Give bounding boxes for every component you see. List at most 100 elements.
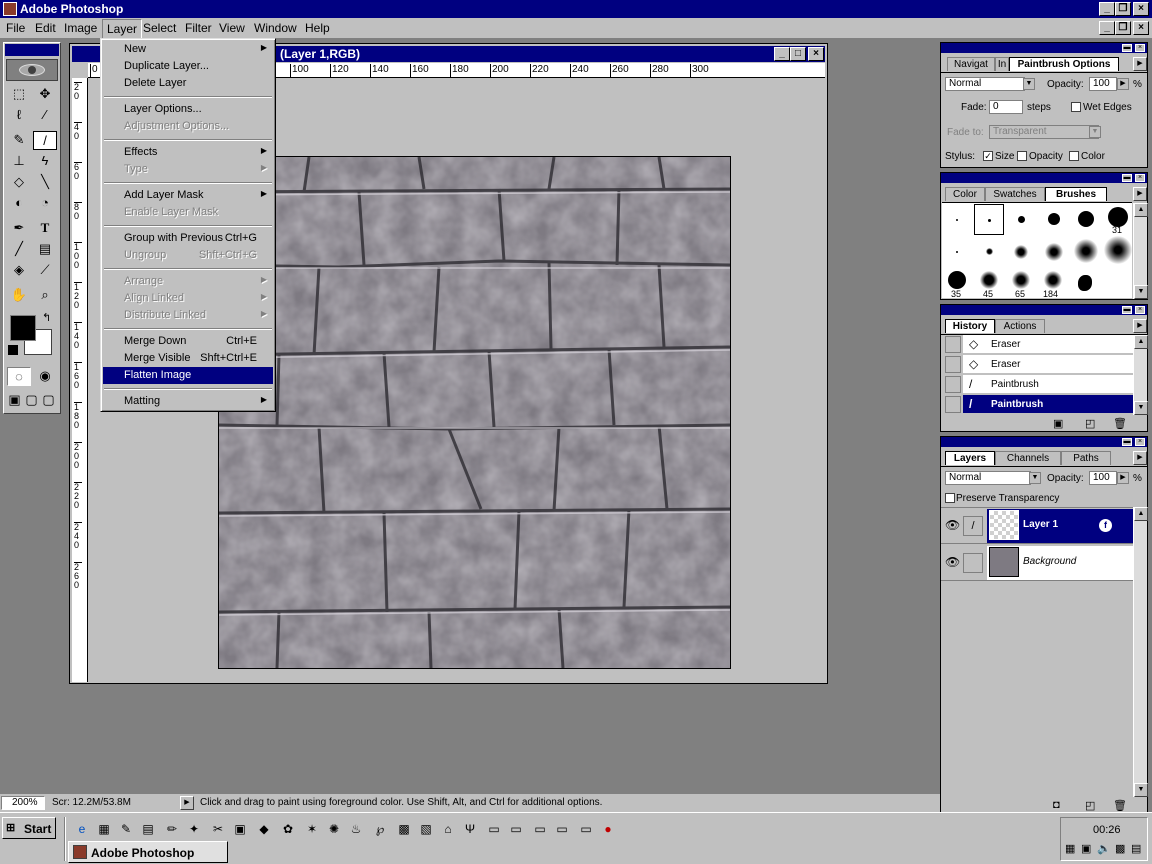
layer-menu-item[interactable]: Merge Down Ctrl+E xyxy=(103,333,273,350)
tab-brushes[interactable]: Brushes xyxy=(1045,187,1107,201)
status-menu-arrow-icon[interactable]: ▶ xyxy=(180,796,194,810)
doc-close-button[interactable]: × xyxy=(1133,21,1149,35)
internet-explorer-icon[interactable]: e xyxy=(74,821,90,837)
menu-image[interactable]: Image xyxy=(64,21,97,35)
layer-menu-item[interactable]: Effects ▶ xyxy=(103,144,273,161)
balloon-icon[interactable]: ♨ xyxy=(348,821,364,837)
scroll-up-icon[interactable]: ▲ xyxy=(1134,507,1148,521)
blur-tool-icon[interactable]: ◐ xyxy=(7,194,31,213)
marquee-tool-icon[interactable]: ⬚ xyxy=(7,85,31,104)
zoom-level-field[interactable]: 200% xyxy=(1,796,45,810)
tab-actions[interactable]: Actions xyxy=(995,319,1045,333)
wet-edges-checkbox[interactable] xyxy=(1071,102,1081,112)
tab-history[interactable]: History xyxy=(945,319,995,333)
fade-steps-field[interactable]: 0 xyxy=(989,100,1023,114)
layer-menu-item[interactable]: Matting ▶ xyxy=(103,393,273,410)
app-icon-13[interactable]: ℘ xyxy=(372,821,388,837)
app-icon-8[interactable]: ◆ xyxy=(256,821,272,837)
palette-menu-arrow-icon[interactable]: ▶ xyxy=(1133,319,1147,333)
app-icon-17[interactable]: Ψ xyxy=(462,821,478,837)
minimize-button[interactable]: _ xyxy=(1099,2,1115,16)
history-brush-tool-icon[interactable]: ϟ xyxy=(33,152,57,171)
desktop-icon[interactable]: ▦ xyxy=(96,821,112,837)
palette-title-bar[interactable]: ▬ × xyxy=(941,437,1147,447)
drive-icon[interactable]: ▭ xyxy=(532,821,548,837)
tab-navigator[interactable]: Navigat xyxy=(947,57,995,71)
tools-icon[interactable]: ✂ xyxy=(210,821,226,837)
eye-visibility-icon[interactable]: 👁 xyxy=(945,555,960,569)
eye-visibility-icon[interactable]: 👁 xyxy=(945,518,960,532)
layer-menu-item[interactable]: New ▶ xyxy=(103,41,273,58)
tab-channels[interactable]: Channels xyxy=(995,451,1061,465)
history-item-selected[interactable]: / Paintbrush xyxy=(963,395,1133,414)
history-brush-source[interactable] xyxy=(945,376,961,393)
app-icon-10[interactable]: ✶ xyxy=(304,821,320,837)
soft-brush-2[interactable] xyxy=(986,248,993,255)
swap-colors-icon[interactable]: ↰ xyxy=(42,311,51,324)
layer-menu-item[interactable]: Add Layer Mask ▶ xyxy=(103,187,273,204)
tab-info[interactable]: In xyxy=(995,57,1009,71)
screen-mode-full-menu-icon[interactable]: ▢ xyxy=(23,391,40,410)
soft-brush-5[interactable] xyxy=(1074,239,1098,263)
stylus-opacity-checkbox[interactable] xyxy=(1017,151,1027,161)
add-layer-mask-icon[interactable]: ◘ xyxy=(1053,799,1060,811)
standard-mode-icon[interactable]: ◌ xyxy=(7,367,31,386)
palette-title-bar[interactable]: ▬ × xyxy=(941,173,1147,183)
tray-app-icon[interactable]: ▩ xyxy=(1115,842,1125,855)
paintbrush-icon[interactable]: / xyxy=(963,516,983,536)
eyedropper-tool-icon[interactable]: ⟋ xyxy=(33,261,57,280)
layer-row-background[interactable]: 👁 Background xyxy=(941,545,1133,581)
palette-menu-arrow-icon[interactable]: ▶ xyxy=(1133,451,1147,465)
dodge-tool-icon[interactable]: ◔ xyxy=(33,194,57,213)
screen-mode-full-icon[interactable]: ▢ xyxy=(40,391,57,410)
layer-menu-item[interactable]: Layer Options... xyxy=(103,101,273,118)
record-icon[interactable]: ● xyxy=(600,821,616,837)
preserve-transparency-checkbox[interactable] xyxy=(945,493,955,503)
stylus-color-checkbox[interactable] xyxy=(1069,151,1079,161)
eraser-tool-icon[interactable]: ◇ xyxy=(7,173,31,192)
layer-menu-item[interactable]: Delete Layer xyxy=(103,75,273,92)
soft-brush-1[interactable] xyxy=(956,251,958,253)
tab-layers[interactable]: Layers xyxy=(945,451,995,465)
menu-help[interactable]: Help xyxy=(305,21,330,35)
history-item[interactable]: ◇ Eraser xyxy=(963,355,1133,374)
layer-menu-item[interactable]: Group with Previous Ctrl+G xyxy=(103,230,273,247)
brush-3[interactable] xyxy=(1018,216,1025,223)
fireworks-icon[interactable]: ✦ xyxy=(186,821,202,837)
history-brush-source[interactable] xyxy=(945,396,961,413)
default-colors-icon[interactable] xyxy=(8,345,18,355)
layer-opacity-field[interactable]: 100 xyxy=(1089,471,1117,485)
close-button[interactable]: × xyxy=(1133,2,1149,16)
history-scrollbar[interactable]: ▲ ▼ xyxy=(1133,335,1148,415)
menu-filter[interactable]: Filter xyxy=(185,21,212,35)
palette-close-button[interactable]: × xyxy=(1135,44,1145,52)
palette-title-bar[interactable]: ▬ × xyxy=(941,305,1147,315)
layer-menu-item[interactable]: Flatten Image xyxy=(103,367,273,384)
rubber-stamp-tool-icon[interactable]: ⊥ xyxy=(7,152,31,171)
doc-window-maximize-button[interactable]: □ xyxy=(790,47,806,61)
palette-menu-arrow-icon[interactable]: ▶ xyxy=(1133,187,1147,201)
brush-grid[interactable]: 31 35 45 65 184 xyxy=(942,202,1132,299)
camera-icon[interactable]: ▩ xyxy=(396,821,412,837)
app-icon-9[interactable]: ✿ xyxy=(280,821,296,837)
restore-button[interactable]: ❐ xyxy=(1115,2,1131,16)
layer-menu-item[interactable]: Merge Visible Shft+Ctrl+E xyxy=(103,350,273,367)
layer-effects-icon[interactable]: f xyxy=(1099,519,1112,532)
start-button[interactable]: ⊞ Start xyxy=(2,817,56,839)
quick-mask-mode-icon[interactable]: ◉ xyxy=(33,367,57,386)
stone-wall-image[interactable] xyxy=(218,156,731,669)
palette-title-bar[interactable]: ▬ × xyxy=(941,43,1147,53)
notepad-icon[interactable]: ✎ xyxy=(118,821,134,837)
delete-state-icon[interactable]: 🗑 xyxy=(1113,417,1127,430)
new-snapshot-icon[interactable]: ◰ xyxy=(1085,417,1095,430)
hand-tool-icon[interactable]: ✋ xyxy=(7,286,31,305)
scroll-up-icon[interactable]: ▲ xyxy=(1134,203,1148,217)
drive-icon[interactable]: ▭ xyxy=(508,821,524,837)
palette-close-button[interactable]: × xyxy=(1135,174,1145,182)
layer-row-layer1[interactable]: 👁 / Layer 1 f xyxy=(941,508,1133,544)
palette-minimize-button[interactable]: ▬ xyxy=(1122,438,1132,446)
history-brush-source[interactable] xyxy=(945,336,961,353)
layer-blend-mode-select[interactable]: Normal xyxy=(945,471,1031,485)
menu-view[interactable]: View xyxy=(219,21,245,35)
opacity-arrow-icon[interactable]: ▶ xyxy=(1117,78,1129,90)
